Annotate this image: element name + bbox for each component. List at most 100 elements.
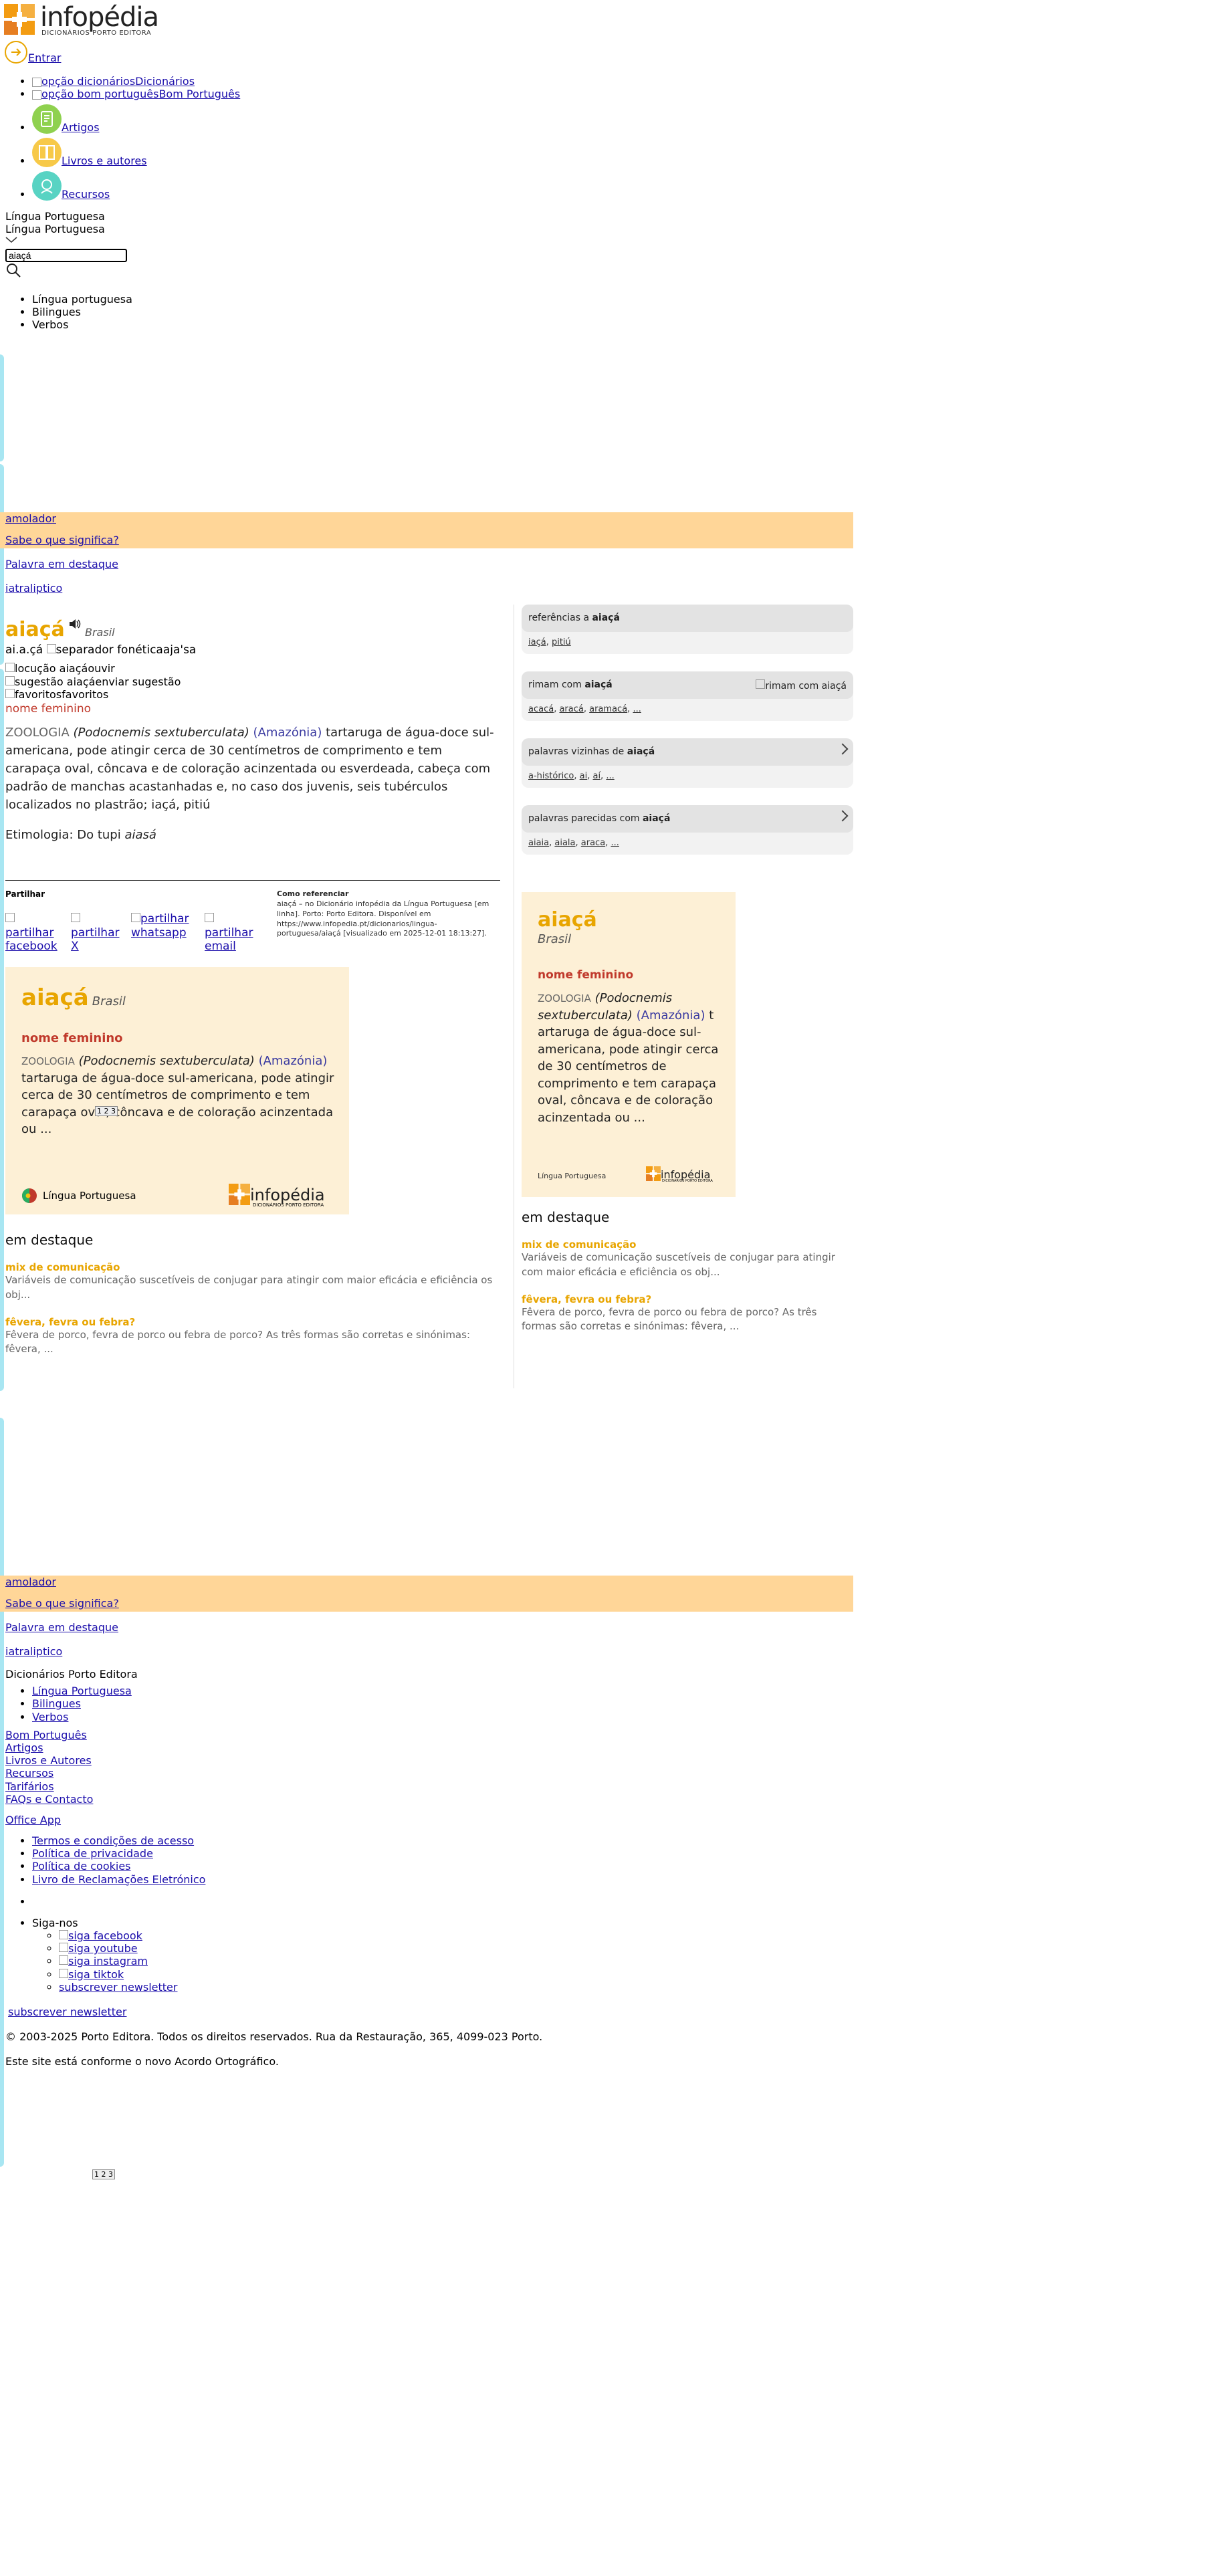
reference-section: Como referenciar aiaçá – no Dicionário i… xyxy=(277,889,498,939)
highlight-item[interactable]: fêvera, fevra ou febra? Fêvera de porco,… xyxy=(522,1293,853,1335)
search-input[interactable] xyxy=(5,249,127,262)
footer-section-link[interactable]: Recursos xyxy=(5,1767,53,1780)
newsletter-link[interactable]: subscrever newsletter xyxy=(59,1981,177,1994)
entry-region[interactable]: (Amazónia) xyxy=(253,726,322,740)
footer-section-link[interactable]: FAQs e Contacto xyxy=(5,1793,93,1806)
footer-section-link[interactable]: Artigos xyxy=(5,1741,43,1754)
nav-item-bom-portugues[interactable]: opção bom portuguêsBom Português xyxy=(32,88,433,100)
rhymes-img-alt: rimam com aiaçá xyxy=(765,681,847,691)
suggestion-button[interactable]: sugestão aiaçáenviar sugestão xyxy=(5,675,500,688)
share-email-link[interactable]: partilhar email xyxy=(205,912,261,953)
nav-item-artigos[interactable]: Artigos xyxy=(32,104,433,134)
card-language: Língua Portuguesa xyxy=(21,1188,136,1204)
similar-link[interactable]: aiala xyxy=(554,838,575,848)
references-word: aiaçá xyxy=(592,613,620,623)
legal-link[interactable]: Política de privacidade xyxy=(32,1847,153,1860)
footer-social: Siga-nos siga facebook siga youtube siga… xyxy=(5,1917,848,1994)
login-label[interactable]: Entrar xyxy=(28,51,61,64)
suggestion-label: enviar sugestão xyxy=(95,675,181,688)
overlay-widget[interactable]: 1 2 3 xyxy=(95,1106,118,1117)
social-youtube-link[interactable]: siga youtube xyxy=(59,1942,138,1955)
neighbors-panel-header[interactable]: palavras vizinhas de aiaçá xyxy=(522,738,853,766)
featured-word-link[interactable]: Palavra em destaque xyxy=(5,558,118,570)
rhymes-panel-header: rimam com aiaçá rimam com aiaçá xyxy=(522,671,853,699)
dictionary-selector[interactable]: Língua Portuguesa Língua Portuguesa xyxy=(5,210,105,243)
dictionary-option[interactable]: Verbos xyxy=(32,318,132,331)
card-brand: infopédia DICIONÁRIOS PORTO EDITORA xyxy=(646,1166,713,1183)
footer-section-link[interactable]: Bom Português xyxy=(5,1729,87,1741)
listen-button[interactable]: locução aiaçáouvir xyxy=(5,662,500,675)
card-brand-sub: DICIONÁRIOS PORTO EDITORA xyxy=(662,1179,713,1183)
footer-section-link[interactable]: Livros e Autores xyxy=(5,1754,92,1767)
card-brand: infopédia DICIONÁRIOS PORTO EDITORA xyxy=(229,1184,325,1208)
nav-item-dicionarios[interactable]: opção dicionáriosDicionários xyxy=(32,75,433,88)
promo-word-link[interactable]: amolador xyxy=(5,1576,56,1588)
promo-word-link[interactable]: amolador xyxy=(5,512,56,525)
social-instagram-link[interactable]: siga instagram xyxy=(59,1955,148,1967)
promo-question-link[interactable]: Sabe o que significa? xyxy=(5,534,119,546)
highlight-text: Fêvera de porco, fevra de porco ou febra… xyxy=(5,1328,470,1356)
featured-word-value-link[interactable]: iatraliptico xyxy=(5,582,62,595)
nav-label-recursos[interactable]: Recursos xyxy=(62,188,110,201)
rhyme-link[interactable]: aracá xyxy=(559,704,583,714)
dictionary-option[interactable]: Bilingues xyxy=(32,306,132,318)
legal-link[interactable]: Livro de Reclamações Eletrónico xyxy=(32,1873,205,1886)
highlight-title: mix de comunicação xyxy=(5,1261,120,1273)
broken-image-icon xyxy=(59,1930,68,1939)
footer-dict-link[interactable]: Língua Portuguesa xyxy=(32,1685,132,1697)
promo-question-link[interactable]: Sabe o que significa? xyxy=(5,1597,119,1610)
legal-link[interactable]: Política de cookies xyxy=(32,1860,131,1872)
neighbor-link[interactable]: ai xyxy=(580,771,588,781)
rhyme-link[interactable]: aramacá xyxy=(589,704,627,714)
highlight-item[interactable]: mix de comunicação Variáveis de comunica… xyxy=(522,1239,853,1280)
share-section: Partilhar partilhar facebook partilhar X… xyxy=(5,889,273,954)
neighbors-word: aiaçá xyxy=(627,746,655,757)
featured-word-value-link[interactable]: iatraliptico xyxy=(5,1645,62,1658)
office-app-link[interactable]: Office App xyxy=(5,1814,61,1826)
featured-word-link[interactable]: Palavra em destaque xyxy=(5,1621,118,1634)
neighbor-link[interactable]: a-histórico xyxy=(528,771,574,781)
neighbor-more-link[interactable]: ... xyxy=(606,771,614,781)
speaker-icon[interactable] xyxy=(68,618,82,630)
nav-item-livros[interactable]: Livros e autores xyxy=(32,138,433,168)
newsletter-button[interactable]: subscrever newsletter xyxy=(8,2006,126,2018)
share-facebook-link[interactable]: partilhar facebook xyxy=(5,912,62,953)
footer-dict-link[interactable]: Bilingues xyxy=(32,1697,81,1710)
rhyme-more-link[interactable]: ... xyxy=(633,704,641,714)
listen-label: ouvir xyxy=(88,662,115,675)
highlight-item[interactable]: fêvera, fevra ou febra? Fêvera de porco,… xyxy=(5,1316,500,1358)
similar-link[interactable]: aiaia xyxy=(528,838,549,848)
share-x-link[interactable]: partilhar X xyxy=(71,912,122,953)
neighbor-link[interactable]: aí xyxy=(593,771,601,781)
footer-section-link[interactable]: Tarifários xyxy=(5,1780,54,1793)
rhyme-link[interactable]: acacá xyxy=(528,704,554,714)
footer-dict-link[interactable]: Verbos xyxy=(32,1711,68,1723)
card-text: t artaruga de água-doce sul-americana, p… xyxy=(538,1008,719,1125)
favorites-button[interactable]: favoritosfavoritos xyxy=(5,688,500,701)
similar-link[interactable]: araca xyxy=(581,838,605,848)
chevron-down-icon[interactable] xyxy=(5,237,17,243)
similar-more-link[interactable]: ... xyxy=(611,838,619,848)
social-facebook-link[interactable]: siga facebook xyxy=(59,1929,142,1942)
search-icon[interactable] xyxy=(5,262,21,278)
nav-label-livros[interactable]: Livros e autores xyxy=(62,154,147,167)
similar-panel-header[interactable]: palavras parecidas com aiaçá xyxy=(522,805,853,833)
highlight-item[interactable]: mix de comunicação Variáveis de comunica… xyxy=(5,1261,500,1303)
card-pos: nome feminino xyxy=(21,1031,123,1045)
share-whatsapp-link[interactable]: partilhar whatsapp xyxy=(131,912,195,953)
dictionary-option[interactable]: Língua portuguesa xyxy=(32,293,132,306)
broken-image-icon xyxy=(32,77,41,87)
highlight-text: Variáveis de comunicação suscetíveis de … xyxy=(5,1274,493,1301)
login-link[interactable]: Entrar xyxy=(4,40,61,64)
card-text: tartaruga de água-doce sul-americana, po… xyxy=(21,1071,334,1137)
social-tiktok-link[interactable]: siga tiktok xyxy=(59,1968,124,1981)
highlight-text: Variáveis de comunicação suscetíveis de … xyxy=(522,1251,835,1278)
legal-link[interactable]: Termos e condições de acesso xyxy=(32,1834,194,1847)
bottom-widget[interactable]: 1 2 3 xyxy=(92,2169,115,2180)
reference-link[interactable]: iaçá xyxy=(528,637,546,647)
nav-label-artigos[interactable]: Artigos xyxy=(62,121,100,134)
logo-mark-icon xyxy=(4,4,35,35)
reference-link[interactable]: pitiú xyxy=(552,637,571,647)
broken-image-icon xyxy=(71,913,80,923)
nav-item-recursos[interactable]: Recursos xyxy=(32,171,433,201)
